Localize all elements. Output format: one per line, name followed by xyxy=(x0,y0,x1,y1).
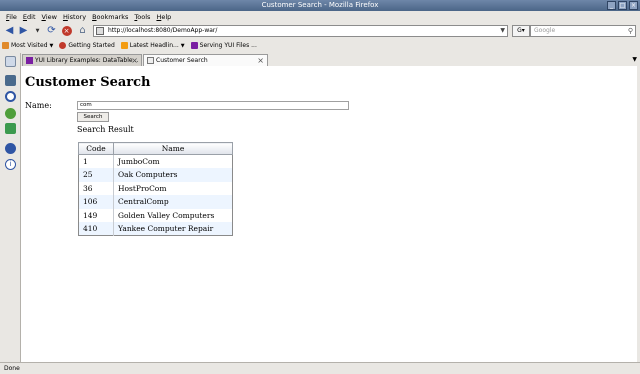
stop-button[interactable]: × xyxy=(60,24,73,37)
url-dropdown-icon[interactable]: ▼ xyxy=(500,26,505,36)
close-window-button[interactable]: × xyxy=(629,1,638,10)
puzzle-addon-icon[interactable] xyxy=(5,123,16,134)
bookmark-label: Latest Headlin... xyxy=(129,42,179,49)
page-content: Customer Search Name: com Search Search … xyxy=(21,66,640,362)
history-dropdown-button[interactable]: ▼ xyxy=(31,24,44,37)
menu-tools[interactable]: Tools xyxy=(131,13,153,21)
download-icon[interactable] xyxy=(5,108,16,119)
customer-results-table: Code Name 1 JumboCom 25 Oak Computers 36… xyxy=(78,142,233,236)
magnifier-icon[interactable]: ⚲ xyxy=(628,26,633,36)
name-label: Name: xyxy=(25,101,52,110)
table-header-row: Code Name xyxy=(78,142,233,155)
menu-history[interactable]: History xyxy=(60,13,89,21)
status-bar: Done xyxy=(0,362,640,374)
name-search-input[interactable]: com xyxy=(77,101,349,110)
close-tab-icon[interactable]: × xyxy=(257,55,264,66)
column-header-code[interactable]: Code xyxy=(78,142,114,155)
table-row[interactable]: 149 Golden Valley Computers xyxy=(78,208,233,222)
status-text: Done xyxy=(4,365,20,372)
cell-code: 106 xyxy=(78,195,114,209)
cell-code: 410 xyxy=(78,222,114,236)
home-icon: ⌂ xyxy=(79,25,86,36)
menu-view[interactable]: View xyxy=(39,13,60,21)
cell-code: 36 xyxy=(78,181,114,195)
web-search-input[interactable]: Google ⚲ xyxy=(530,25,636,37)
cell-code: 25 xyxy=(78,168,114,182)
tab-strip: YUI Library Examples: DataTable... × Cus… xyxy=(0,53,640,66)
site-favicon-icon xyxy=(96,27,104,35)
tab-label: Customer Search xyxy=(156,57,208,64)
menu-file[interactable]: File xyxy=(3,13,20,21)
page-icon xyxy=(147,57,154,64)
tab-label: YUI Library Examples: DataTable... xyxy=(35,57,139,64)
yui-icon xyxy=(190,42,198,49)
bookmark-label: Getting Started xyxy=(68,42,115,49)
search-engine-selector[interactable]: G▾ xyxy=(512,25,530,37)
cell-name: JumboCom xyxy=(113,154,233,168)
chevron-down-icon: ▼ xyxy=(180,42,185,49)
chevron-down-icon: ▼ xyxy=(49,42,54,49)
google-icon: G▾ xyxy=(517,27,525,34)
cell-name: CentralComp xyxy=(113,195,233,209)
bookmark-getting-started[interactable]: Getting Started xyxy=(59,42,115,49)
rss-feed-icon xyxy=(120,42,128,49)
maximize-window-button[interactable]: □ xyxy=(618,1,627,10)
yui-icon xyxy=(26,57,33,64)
firefox-icon xyxy=(59,42,67,49)
bookmarks-panel-icon[interactable] xyxy=(5,75,16,86)
gear-icon[interactable] xyxy=(5,143,16,154)
back-arrow-icon: ◀ xyxy=(5,25,14,36)
bookmark-latest-headlines[interactable]: Latest Headlin... ▼ xyxy=(120,42,185,49)
search-result-label: Search Result xyxy=(77,125,134,134)
bookmark-label: Most Visited xyxy=(11,42,48,49)
info-icon[interactable]: i xyxy=(5,159,16,170)
tab-list-dropdown-icon[interactable]: ▼ xyxy=(632,56,637,63)
menu-edit[interactable]: Edit xyxy=(20,13,39,21)
web-search-placeholder: Google xyxy=(534,27,556,34)
cell-name: Yankee Computer Repair xyxy=(113,222,233,236)
home-button[interactable]: ⌂ xyxy=(76,24,89,37)
minimize-window-button[interactable]: _ xyxy=(607,1,616,10)
menu-bar: File Edit View History Bookmarks Tools H… xyxy=(0,11,640,22)
table-row[interactable]: 1 JumboCom xyxy=(78,154,233,168)
window-title-bar: Customer Search - Mozilla Firefox _ □ × xyxy=(0,0,640,11)
tab-yui-examples[interactable]: YUI Library Examples: DataTable... × xyxy=(22,54,142,66)
close-tab-icon[interactable]: × xyxy=(131,55,138,66)
back-button[interactable]: ◀ xyxy=(3,24,16,37)
name-input-value: com xyxy=(80,102,92,108)
column-header-name[interactable]: Name xyxy=(113,142,233,155)
page-title: Customer Search xyxy=(25,75,151,90)
reload-icon: ⟳ xyxy=(47,25,56,36)
cell-name: Oak Computers xyxy=(113,168,233,182)
table-row[interactable]: 36 HostProCom xyxy=(78,181,233,195)
bookmark-label: Serving YUI Files ... xyxy=(199,42,257,49)
cell-name: Golden Valley Computers xyxy=(113,208,233,222)
search-button[interactable]: Search xyxy=(77,112,109,122)
table-row[interactable]: 106 CentralComp xyxy=(78,195,233,209)
side-toolbar: i xyxy=(0,53,21,362)
bookmark-serving-yui[interactable]: Serving YUI Files ... xyxy=(190,42,257,49)
stop-icon: × xyxy=(61,25,72,36)
tab-customer-search[interactable]: Customer Search × xyxy=(143,54,268,66)
url-text: http://localhost:8080/DemoApp-war/ xyxy=(108,27,218,34)
forward-button[interactable]: ▶ xyxy=(17,24,30,37)
url-bar[interactable]: http://localhost:8080/DemoApp-war/ ▼ xyxy=(93,25,508,37)
reload-button[interactable]: ⟳ xyxy=(45,24,58,37)
window-title: Customer Search - Mozilla Firefox xyxy=(261,1,379,9)
history-clock-icon[interactable] xyxy=(5,91,16,102)
folder-icon xyxy=(2,42,9,49)
bookmark-most-visited[interactable]: Most Visited ▼ xyxy=(2,42,53,49)
bookmarks-toolbar: Most Visited ▼ Getting Started Latest He… xyxy=(0,39,640,52)
chevron-down-icon: ▼ xyxy=(35,27,40,34)
table-row[interactable]: 25 Oak Computers xyxy=(78,168,233,182)
navigation-toolbar: ◀ ▶ ▼ ⟳ × ⌂ http://localhost:8080/DemoAp… xyxy=(0,22,640,39)
cell-code: 149 xyxy=(78,208,114,222)
cell-code: 1 xyxy=(78,154,114,168)
menu-bookmarks[interactable]: Bookmarks xyxy=(89,13,131,21)
cell-name: HostProCom xyxy=(113,181,233,195)
menu-help[interactable]: Help xyxy=(153,13,174,21)
magnifier-icon[interactable] xyxy=(5,56,16,67)
forward-arrow-icon: ▶ xyxy=(19,25,28,36)
table-row[interactable]: 410 Yankee Computer Repair xyxy=(78,222,233,236)
